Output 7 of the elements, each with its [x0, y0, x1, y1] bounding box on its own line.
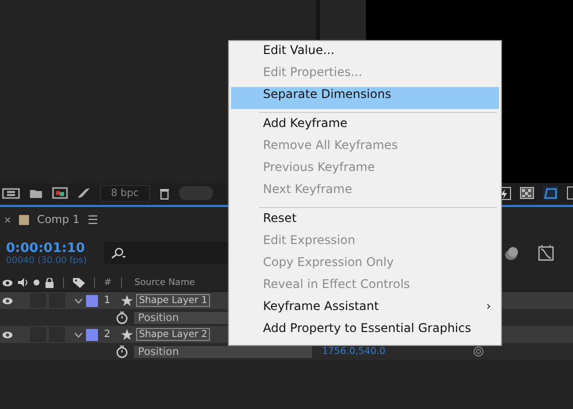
column-header: # [104, 278, 112, 288]
frame-info: 00040 (30.00 fps) [6, 256, 87, 266]
layer-number: 1 [104, 295, 112, 306]
property-name: Position [134, 346, 312, 358]
submenu-arrow: › [486, 299, 491, 313]
column-header: Source Name [134, 278, 195, 288]
layer-number: 2 [104, 329, 112, 340]
